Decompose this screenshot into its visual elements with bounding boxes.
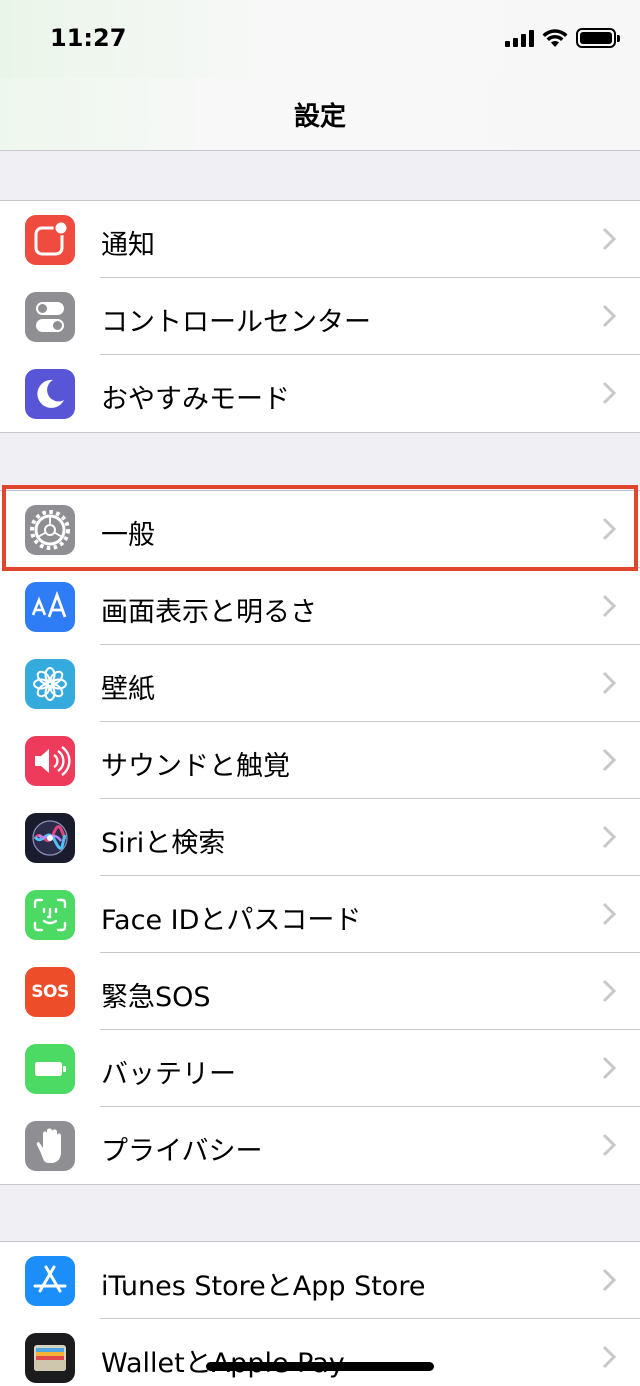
display-text-icon [25,582,75,632]
control-center-icon [25,292,75,342]
settings-row-label: 壁紙 [101,674,155,705]
flower-icon [25,659,75,709]
page-title: 設定 [293,102,346,132]
settings-row-label: プライバシー [101,1136,263,1167]
settings-row-label: 緊急SOS [101,982,211,1013]
home-indicator[interactable] [206,1362,434,1371]
settings-group-1: 通知 コントロールセンター おやすみモード [0,200,640,433]
settings-row-label: Face IDとパスコード [101,905,362,936]
settings-row-privacy[interactable]: プライバシー [0,1107,640,1184]
wallet-icon [25,1333,75,1383]
settings-row-label: Siriと検索 [101,828,226,859]
sos-icon: SOS [25,967,75,1017]
settings-row-siri-search[interactable]: Siriと検索 [0,799,640,876]
settings-row-label: 通知 [101,230,155,261]
settings-row-display-brightness[interactable]: 画面表示と明るさ [0,568,640,645]
settings-row-wallpaper[interactable]: 壁紙 [0,645,640,722]
chevron-right-icon [602,825,616,849]
battery-status-icon [576,28,620,48]
settings-row-label: 画面表示と明るさ [101,597,317,628]
settings-row-emergency-sos[interactable]: SOS 緊急SOS [0,953,640,1030]
chevron-right-icon [602,381,616,405]
status-icons [505,28,620,48]
settings-row-wallet-apple-pay[interactable]: WalletとApple Pay [0,1319,640,1386]
settings-row-label: iTunes StoreとApp Store [101,1271,426,1302]
settings-row-label: バッテリー [101,1059,236,1090]
moon-icon [25,369,75,419]
face-id-icon [25,890,75,940]
chevron-right-icon [602,1056,616,1080]
sos-icon-text: SOS [31,982,69,1002]
status-bar: 11:27 [0,0,640,78]
settings-row-itunes-app-store[interactable]: iTunes StoreとApp Store [0,1242,640,1319]
chevron-right-icon [602,1345,616,1369]
chevron-right-icon [602,671,616,695]
wifi-icon [542,28,568,47]
chevron-right-icon [602,902,616,926]
speaker-icon [25,736,75,786]
settings-group-2: 一般 画面表示と明るさ 壁紙 サウンドと触覚 Siriと検索 Face IDとパ… [0,490,640,1185]
hand-icon [25,1121,75,1171]
settings-row-label: おやすみモード [101,384,290,415]
chevron-right-icon [602,304,616,328]
chevron-right-icon [602,748,616,772]
chevron-right-icon [602,594,616,618]
chevron-right-icon [602,979,616,1003]
navigation-bar: 設定 [0,78,640,151]
chevron-right-icon [602,1268,616,1292]
status-time: 11:27 [50,24,127,52]
chevron-right-icon [602,227,616,251]
settings-row-battery[interactable]: バッテリー [0,1030,640,1107]
settings-row-control-center[interactable]: コントロールセンター [0,278,640,355]
settings-row-label: サウンドと触覚 [101,751,290,782]
settings-row-label: WalletとApple Pay [101,1348,345,1379]
settings-row-label: コントロールセンター [101,307,371,338]
highlight-box-general [2,485,638,571]
notifications-icon [25,215,75,265]
settings-row-do-not-disturb[interactable]: おやすみモード [0,355,640,432]
battery-icon [25,1044,75,1094]
siri-icon [25,813,75,863]
settings-row-notifications[interactable]: 通知 [0,201,640,278]
settings-row-face-id-passcode[interactable]: Face IDとパスコード [0,876,640,953]
settings-row-sounds-haptics[interactable]: サウンドと触覚 [0,722,640,799]
chevron-right-icon [602,1133,616,1157]
cellular-signal-icon [505,29,534,47]
app-store-icon [25,1256,75,1306]
